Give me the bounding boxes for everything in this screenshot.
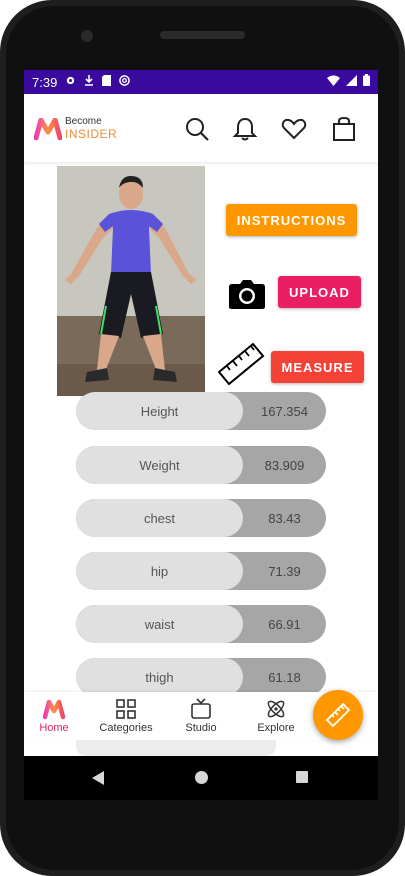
at-icon: [119, 75, 131, 89]
heart-icon[interactable]: [281, 116, 307, 142]
metric-value: 61.18: [268, 669, 301, 685]
recent-apps-icon[interactable]: [296, 771, 308, 783]
metric-label: hip: [76, 552, 243, 590]
metric-label: Height: [76, 392, 243, 430]
myntra-logo-icon: [34, 118, 62, 140]
metric-label: chest: [76, 499, 243, 537]
search-icon[interactable]: [184, 116, 210, 142]
signal-icon: [346, 74, 357, 89]
metric-row-thigh: thigh 61.18: [76, 658, 326, 696]
android-navigation-bar: [24, 756, 378, 800]
upload-button[interactable]: UPLOAD: [278, 276, 361, 308]
body-photo: [57, 166, 205, 396]
metric-row-height: Height 167.354: [76, 392, 326, 430]
tv-icon: [191, 698, 211, 719]
brand-logo[interactable]: Become INSIDER: [34, 116, 124, 142]
nav-item-explore[interactable]: Explore: [246, 694, 306, 738]
grid-icon: [116, 699, 136, 719]
metric-label: thigh: [76, 658, 243, 696]
atom-icon: [267, 700, 285, 718]
metric-row-waist: waist 66.91: [76, 605, 326, 643]
nav-label-home: Home: [39, 722, 69, 734]
myntra-logo-icon: [42, 699, 66, 720]
logo-text-insider: INSIDER: [65, 127, 118, 141]
back-icon[interactable]: [92, 771, 105, 785]
nav-item-categories[interactable]: Categories: [96, 694, 156, 738]
battery-icon: [363, 74, 370, 89]
partial-row-below: [76, 740, 276, 756]
metric-label: waist: [76, 605, 243, 643]
nav-label-categories: Categories: [99, 722, 153, 734]
status-right-icons: [327, 74, 370, 89]
nav-label-explore: Explore: [257, 722, 295, 734]
metric-value: 71.39: [268, 563, 301, 579]
metric-value: 167.354: [261, 403, 308, 419]
metric-row-weight: Weight 83.909: [76, 446, 326, 484]
nav-item-studio[interactable]: Studio: [171, 694, 231, 738]
camera-icon[interactable]: [228, 278, 266, 310]
instructions-button[interactable]: INSTRUCTIONS: [226, 204, 357, 236]
gear-icon: [65, 75, 76, 89]
front-camera: [81, 30, 93, 42]
status-bar: 7:39: [24, 70, 378, 94]
app-header: Become INSIDER: [24, 94, 378, 162]
nav-item-home[interactable]: Home: [24, 694, 84, 738]
metric-value: 83.909: [264, 457, 305, 473]
metric-value: 83.43: [268, 510, 301, 526]
sd-card-icon: [102, 75, 112, 89]
phone-frame: 7:39 Become INSIDER INSTRUCTIONS UPLOAD …: [0, 0, 405, 876]
status-time: 7:39: [32, 74, 58, 90]
download-icon: [84, 75, 94, 89]
metric-row-hip: hip 71.39: [76, 552, 326, 590]
metric-label: Weight: [76, 446, 243, 484]
upload-button-label: UPLOAD: [289, 284, 350, 300]
measure-fab-button[interactable]: [313, 690, 363, 740]
bag-icon[interactable]: [331, 116, 357, 142]
logo-text-become: Become: [65, 116, 102, 127]
metric-row-chest: chest 83.43: [76, 499, 326, 537]
screen: 7:39 Become INSIDER INSTRUCTIONS UPLOAD …: [24, 70, 378, 756]
ruler-icon: [325, 702, 351, 728]
nav-label-studio: Studio: [185, 722, 217, 734]
wifi-icon: [327, 74, 340, 89]
measure-button[interactable]: MEASURE: [271, 351, 364, 383]
measure-button-label: MEASURE: [281, 359, 354, 375]
home-icon[interactable]: [195, 771, 208, 784]
ruler-icon[interactable]: [217, 342, 265, 386]
instructions-button-label: INSTRUCTIONS: [236, 212, 347, 228]
bell-icon[interactable]: [232, 116, 258, 142]
metric-value: 66.91: [268, 616, 301, 632]
earpiece-speaker: [160, 31, 245, 39]
